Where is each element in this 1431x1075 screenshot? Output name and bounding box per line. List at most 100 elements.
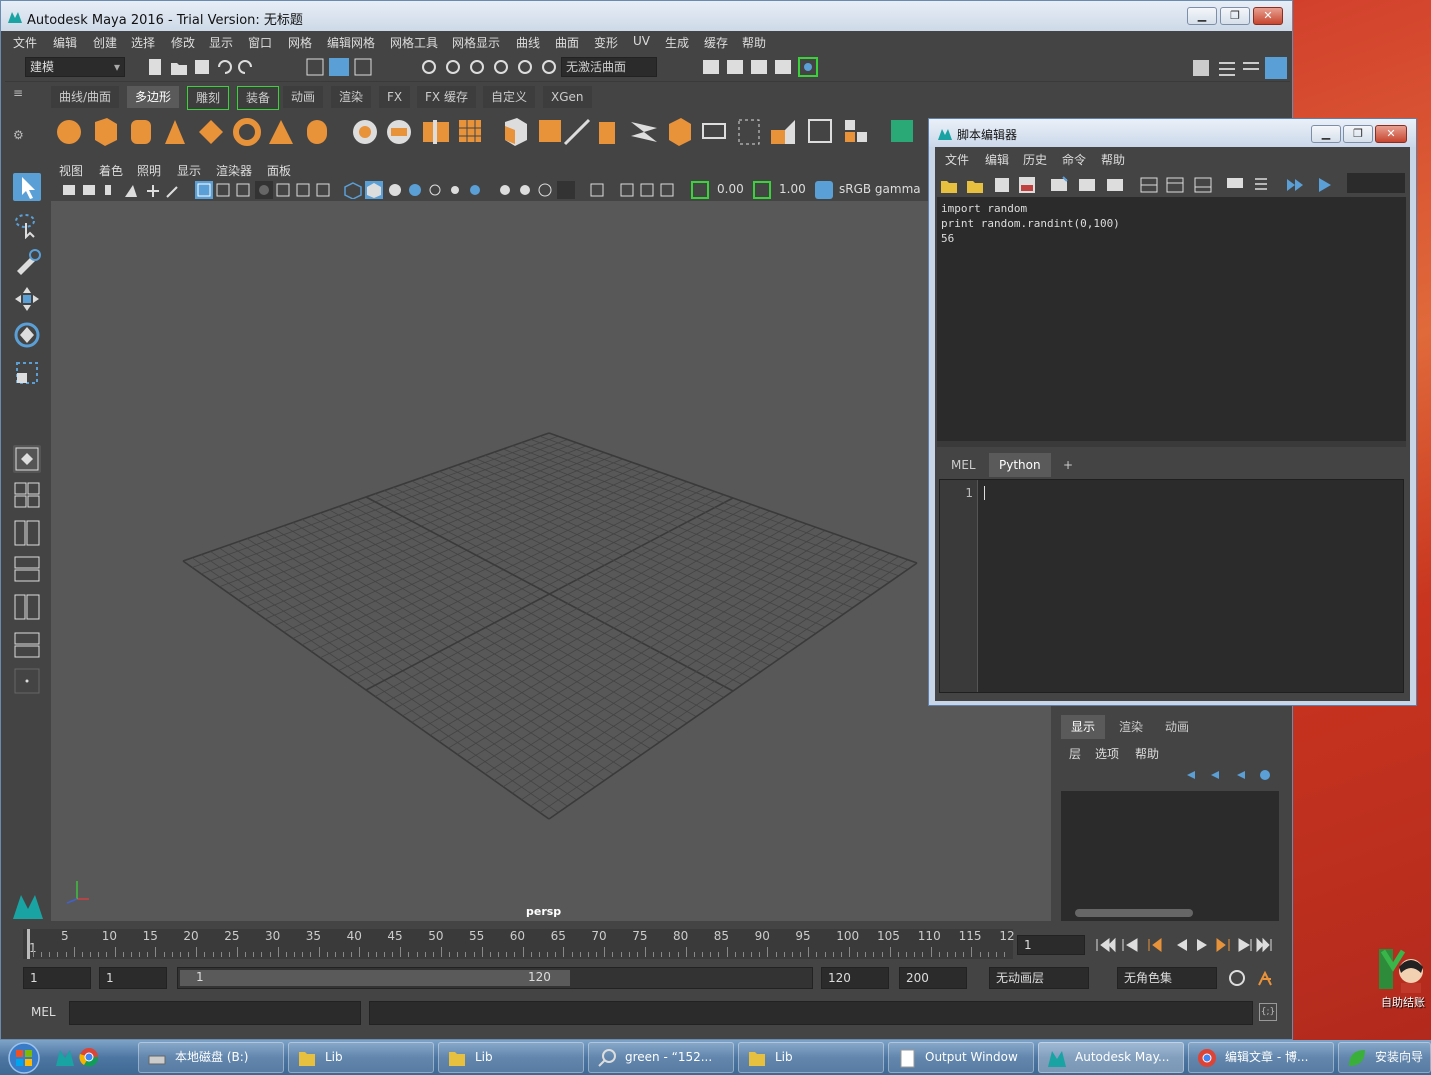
menu-curves[interactable]: 曲线 (516, 34, 540, 51)
script-editor-titlebar[interactable]: 脚本编辑器 ▁ ❐ ✕ (929, 119, 1416, 147)
layer-action-icons[interactable] (1185, 767, 1277, 783)
menu-mesh-display[interactable]: 网格显示 (452, 34, 500, 51)
render-tools-icons[interactable] (701, 57, 821, 77)
menu-surfaces[interactable]: 曲面 (555, 34, 579, 51)
shelf-tab-xgen[interactable]: XGen (543, 86, 592, 108)
rotate-tool[interactable] (13, 321, 41, 349)
scale-tool[interactable] (13, 359, 41, 387)
se-menu-history[interactable]: 历史 (1023, 151, 1047, 168)
auto-key-icons[interactable] (1227, 967, 1281, 989)
shelf-menu-icon[interactable]: ≡ (13, 86, 23, 100)
se-close-button[interactable]: ✕ (1375, 125, 1407, 143)
taskbar-item-chrome[interactable]: 编辑文章 - 博... (1188, 1042, 1334, 1073)
taskbar-item-maya[interactable]: Autodesk May... (1038, 1042, 1184, 1073)
menu-mesh-tools[interactable]: 网格工具 (390, 34, 438, 51)
shelf-tab-custom[interactable]: 自定义 (483, 86, 536, 108)
character-set-dropdown[interactable]: 无角色集 (1117, 967, 1217, 989)
lasso-tool[interactable] (13, 211, 41, 240)
persp-outliner-graph-layout[interactable] (13, 593, 41, 621)
panel-menu-view[interactable]: 视图 (59, 162, 83, 179)
select-tool[interactable] (13, 173, 41, 201)
menu-help[interactable]: 帮助 (742, 34, 766, 51)
menu-select[interactable]: 选择 (131, 34, 155, 51)
shelf-tab-animation[interactable]: 动画 (283, 86, 324, 108)
taskbar-item-installer[interactable]: 安装向导 (1338, 1042, 1431, 1073)
single-perspective-layout[interactable] (13, 445, 41, 473)
self-checkout-shortcut[interactable] (1375, 945, 1425, 995)
taskbar-item-output-window[interactable]: Output Window (888, 1042, 1034, 1073)
start-button[interactable] (4, 1040, 44, 1075)
command-input[interactable] (69, 1001, 361, 1025)
script-editor-button[interactable]: {;} (1259, 1003, 1277, 1021)
time-slider[interactable]: 1510152025303540455055606570758085909510… (23, 929, 1015, 959)
menu-create[interactable]: 创建 (93, 34, 117, 51)
menu-display[interactable]: 显示 (209, 34, 233, 51)
taskbar-item-lib-3[interactable]: Lib (738, 1042, 884, 1073)
timeline-current-marker[interactable] (27, 929, 30, 959)
polygon-shelf-icons[interactable] (55, 116, 925, 148)
snap-tools-icons[interactable] (419, 57, 559, 77)
menu-set-dropdown[interactable]: 建模 ▾ (25, 57, 125, 77)
anim-layer-dropdown[interactable]: 无动画层 (989, 967, 1089, 989)
taskbar-item-lib-1[interactable]: Lib (288, 1042, 434, 1073)
se-maximize-button[interactable]: ❐ (1343, 125, 1373, 143)
shelf-tab-fx[interactable]: FX (379, 86, 411, 108)
title-bar[interactable]: Autodesk Maya 2016 - Trial Version: 无标题 … (1, 1, 1292, 31)
layer-menu-help[interactable]: 帮助 (1135, 745, 1159, 762)
shelf-tab-polygons[interactable]: 多边形 (127, 86, 180, 108)
script-editor-toolbar-icons[interactable] (939, 173, 1339, 195)
command-language-toggle[interactable]: MEL (31, 1005, 56, 1019)
paint-select-tool[interactable] (13, 247, 41, 275)
menu-modify[interactable]: 修改 (171, 34, 195, 51)
taskbar-item-lib-2[interactable]: Lib (438, 1042, 584, 1073)
layer-menu-layers[interactable]: 层 (1069, 745, 1081, 762)
animation-end-field[interactable]: 200 (899, 967, 967, 989)
chrome-quicklaunch-icon[interactable] (78, 1046, 100, 1068)
color-space-label[interactable]: sRGB gamma (839, 182, 921, 196)
hypershade-layout[interactable] (13, 631, 41, 659)
layer-tab-anim[interactable]: 动画 (1155, 715, 1199, 739)
panel-menu-lighting[interactable]: 照明 (137, 162, 161, 179)
se-minimize-button[interactable]: ▁ (1311, 125, 1341, 143)
menu-cache[interactable]: 缓存 (704, 34, 728, 51)
maximize-button[interactable]: ❐ (1220, 7, 1250, 25)
layer-menu-options[interactable]: 选项 (1095, 745, 1119, 762)
menu-generate[interactable]: 生成 (665, 34, 689, 51)
panel-menu-shading[interactable]: 着色 (99, 162, 123, 179)
script-input-area[interactable]: 1 (939, 479, 1404, 693)
close-button[interactable]: ✕ (1253, 7, 1283, 25)
minimize-button[interactable]: ▁ (1187, 7, 1217, 25)
selection-mask-icons[interactable] (305, 57, 375, 77)
four-view-layout[interactable] (13, 481, 41, 509)
exposure-value[interactable]: 0.00 (717, 182, 744, 196)
layer-list-scrollbar[interactable] (1075, 909, 1193, 917)
animation-start-field[interactable]: 1 (23, 967, 91, 989)
shelf-tab-rendering[interactable]: 渲染 (331, 86, 372, 108)
panel-menu-show[interactable]: 显示 (177, 162, 201, 179)
tab-mel[interactable]: MEL (941, 453, 986, 477)
persp-outliner-layout[interactable] (13, 519, 41, 547)
shelf-settings-icon[interactable]: ⚙ (13, 128, 24, 142)
menu-edit-mesh[interactable]: 编辑网格 (327, 34, 375, 51)
menu-mesh[interactable]: 网格 (288, 34, 312, 51)
menu-file[interactable]: 文件 (13, 34, 37, 51)
add-tab-button[interactable]: + (1053, 453, 1083, 477)
layer-list[interactable] (1061, 791, 1279, 921)
layer-tab-display[interactable]: 显示 (1061, 715, 1106, 739)
exposure-icon[interactable] (691, 181, 709, 199)
range-slider-handle[interactable] (180, 970, 570, 986)
move-tool[interactable] (13, 285, 41, 313)
layout-menu-button[interactable] (13, 667, 41, 695)
maya-quicklaunch-icon[interactable] (54, 1046, 76, 1068)
file-tools-icons[interactable] (145, 57, 275, 77)
shelf-tab-fx-cache[interactable]: FX 缓存 (417, 86, 476, 108)
tab-python[interactable]: Python (989, 453, 1051, 477)
perspective-viewport[interactable] (51, 201, 1051, 921)
taskbar-item-search[interactable]: green - “152... (588, 1042, 734, 1073)
se-menu-file[interactable]: 文件 (945, 151, 969, 168)
se-menu-command[interactable]: 命令 (1062, 151, 1086, 168)
panel-toolbar-icons[interactable] (61, 181, 691, 199)
color-management-icon[interactable] (815, 181, 833, 199)
panel-menu-renderer[interactable]: 渲染器 (216, 162, 252, 179)
se-menu-edit[interactable]: 编辑 (985, 151, 1009, 168)
